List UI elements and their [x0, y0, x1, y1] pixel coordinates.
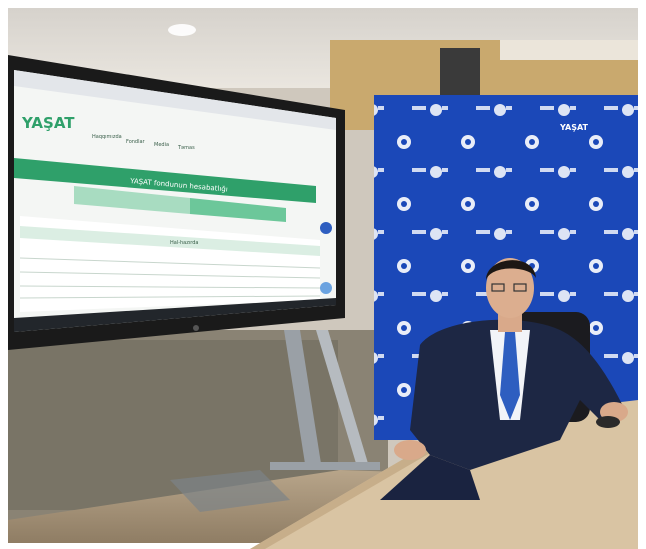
- ceiling-light: [168, 24, 196, 36]
- screen-nav-4: Təmas: [177, 145, 195, 151]
- mouse: [596, 416, 620, 428]
- screen-logo: YAŞAT: [21, 114, 75, 132]
- person-hand-left: [394, 440, 426, 460]
- screen-nav-3: Media: [154, 142, 169, 148]
- screen-help-icon: [320, 222, 332, 234]
- backdrop-brand: YAŞAT: [559, 123, 589, 132]
- photo-scene: YAŞAT YAŞAT Haqqımızda Fondlar Media Təm…: [0, 0, 646, 549]
- screen-table-caption: Hal-hazırda: [170, 240, 198, 246]
- screen-nav-1: Haqqımızda: [92, 134, 122, 140]
- screen-nav-2: Fondlar: [126, 139, 146, 145]
- photo: YAŞAT YAŞAT Haqqımızda Fondlar Media Təm…: [0, 0, 646, 549]
